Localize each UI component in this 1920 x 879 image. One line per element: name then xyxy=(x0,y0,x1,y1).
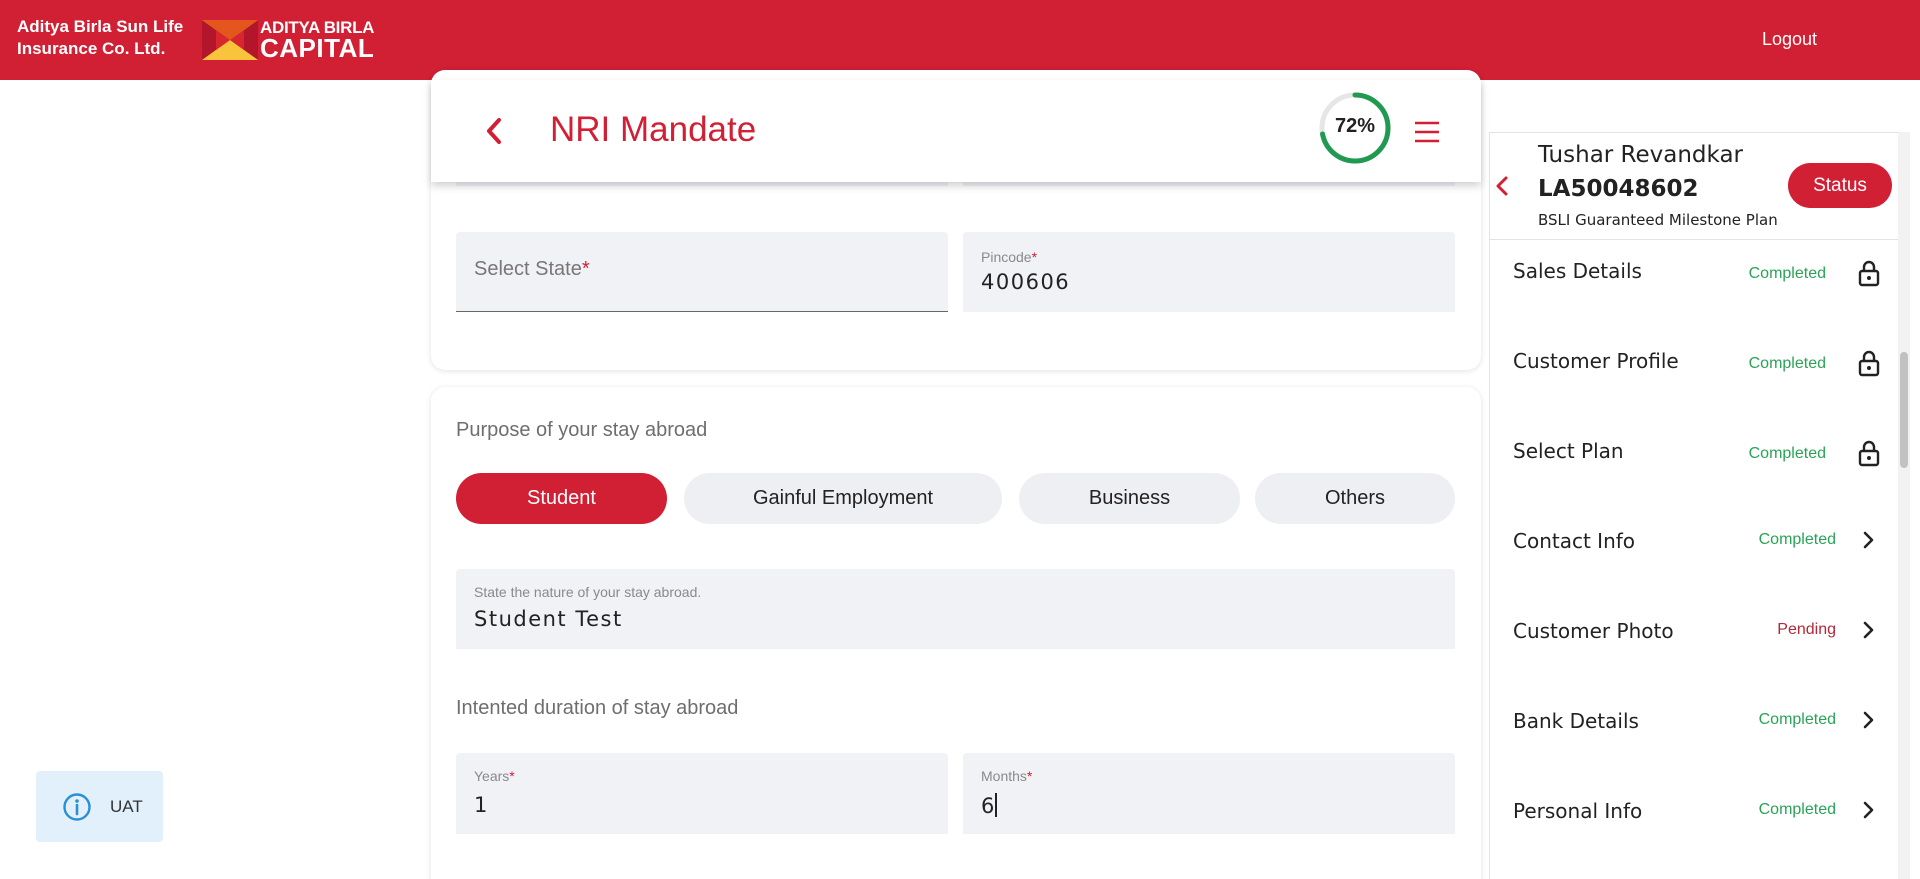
progress-percent: 72% xyxy=(1334,115,1376,137)
section-item-status: Completed xyxy=(1748,355,1826,372)
side-panel-scroll-thumb[interactable] xyxy=(1900,352,1908,468)
chevron-right-icon xyxy=(1863,801,1874,819)
environment-badge[interactable]: UAT xyxy=(36,771,163,842)
aditya-birla-capital-logo: ADITYA BIRLA CAPITAL xyxy=(202,19,375,63)
section-item-status: Completed xyxy=(1748,265,1826,282)
hamburger-menu-icon[interactable] xyxy=(1414,120,1440,144)
months-label: Months* xyxy=(981,768,1033,784)
status-button[interactable]: Status xyxy=(1788,163,1892,208)
customer-name: Tushar Revandkar xyxy=(1538,142,1744,168)
section-item-contact-info[interactable]: Contact Info Completed xyxy=(1489,501,1900,591)
section-item-sales-details[interactable]: Sales Details Completed xyxy=(1489,231,1900,321)
text-cursor xyxy=(995,793,998,817)
page-title: NRI Mandate xyxy=(550,110,757,149)
section-item-select-plan[interactable]: Select Plan Completed xyxy=(1489,411,1900,501)
logout-link[interactable]: Logout xyxy=(1762,29,1817,50)
section-item-label: Customer Photo xyxy=(1513,619,1674,643)
section-item-label: Personal Info xyxy=(1513,799,1643,823)
duration-section-label: Intented duration of stay abroad xyxy=(456,697,739,719)
section-item-label: Bank Details xyxy=(1513,709,1639,733)
section-item-label: Customer Profile xyxy=(1513,349,1679,373)
section-item-customer-photo[interactable]: Customer Photo Pending xyxy=(1489,591,1900,681)
plan-name: BSLI Guaranteed Milestone Plan xyxy=(1538,211,1778,229)
years-field[interactable]: Years* 1 xyxy=(456,753,948,834)
pincode-field[interactable]: Pincode* 400606 xyxy=(963,232,1455,312)
purpose-option-student[interactable]: Student xyxy=(456,473,667,524)
pincode-label: Pincode* xyxy=(981,249,1038,265)
section-item-bank-details[interactable]: Bank Details Completed xyxy=(1489,681,1900,771)
state-select-placeholder: Select State* xyxy=(474,258,590,280)
environment-label: UAT xyxy=(110,796,143,816)
info-icon xyxy=(63,792,91,821)
top-header: Aditya Birla Sun Life Insurance Co. Ltd.… xyxy=(0,0,1920,80)
state-select[interactable]: Select State* xyxy=(456,232,948,312)
section-item-status: Pending xyxy=(1777,621,1836,638)
logo-text-line2: CAPITAL xyxy=(260,33,375,63)
chevron-right-icon xyxy=(1863,621,1874,639)
lock-icon xyxy=(1858,440,1880,467)
section-item-label: Sales Details xyxy=(1513,259,1642,283)
stay-nature-field[interactable]: State the nature of your stay abroad. St… xyxy=(456,569,1455,649)
lock-icon xyxy=(1858,260,1880,287)
chevron-right-icon xyxy=(1863,711,1874,729)
section-item-status: Completed xyxy=(1758,531,1836,548)
months-value: 6 xyxy=(981,793,998,818)
stay-nature-label: State the nature of your stay abroad. xyxy=(474,584,702,600)
application-id: LA50048602 xyxy=(1538,176,1699,202)
months-field[interactable]: Months* 6 xyxy=(963,753,1455,834)
brand-name-line1: Aditya Birla Sun Life xyxy=(17,17,184,36)
section-item-personal-info[interactable]: Personal Info Completed xyxy=(1489,771,1900,861)
logo-mark-icon xyxy=(202,19,258,60)
purpose-option-others[interactable]: Others xyxy=(1255,473,1455,524)
section-item-status: Completed xyxy=(1758,711,1836,728)
section-item-customer-profile[interactable]: Customer Profile Completed xyxy=(1489,321,1900,411)
purpose-option-gainful-employment[interactable]: Gainful Employment xyxy=(684,473,1002,524)
years-value: 1 xyxy=(474,793,488,817)
side-panel-scrollbar[interactable] xyxy=(1898,132,1910,879)
stay-nature-value: Student Test xyxy=(474,607,623,631)
back-chevron-icon[interactable] xyxy=(483,116,505,146)
section-item-status: Completed xyxy=(1748,445,1826,462)
section-item-status: Completed xyxy=(1758,801,1836,818)
collapse-chevron-icon[interactable] xyxy=(1495,176,1509,196)
years-label: Years* xyxy=(474,768,515,784)
chevron-right-icon xyxy=(1863,531,1874,549)
brand-name-line2: Insurance Co. Ltd. xyxy=(17,39,166,58)
section-item-label: Select Plan xyxy=(1513,439,1624,463)
section-item-label: Contact Info xyxy=(1513,529,1636,553)
purpose-option-business[interactable]: Business xyxy=(1019,473,1240,524)
brand-name: Aditya Birla Sun Life Insurance Co. Ltd. xyxy=(17,16,183,60)
lock-icon xyxy=(1858,350,1880,377)
pincode-value: 400606 xyxy=(981,270,1071,294)
purpose-section-label: Purpose of your stay abroad xyxy=(456,419,708,441)
